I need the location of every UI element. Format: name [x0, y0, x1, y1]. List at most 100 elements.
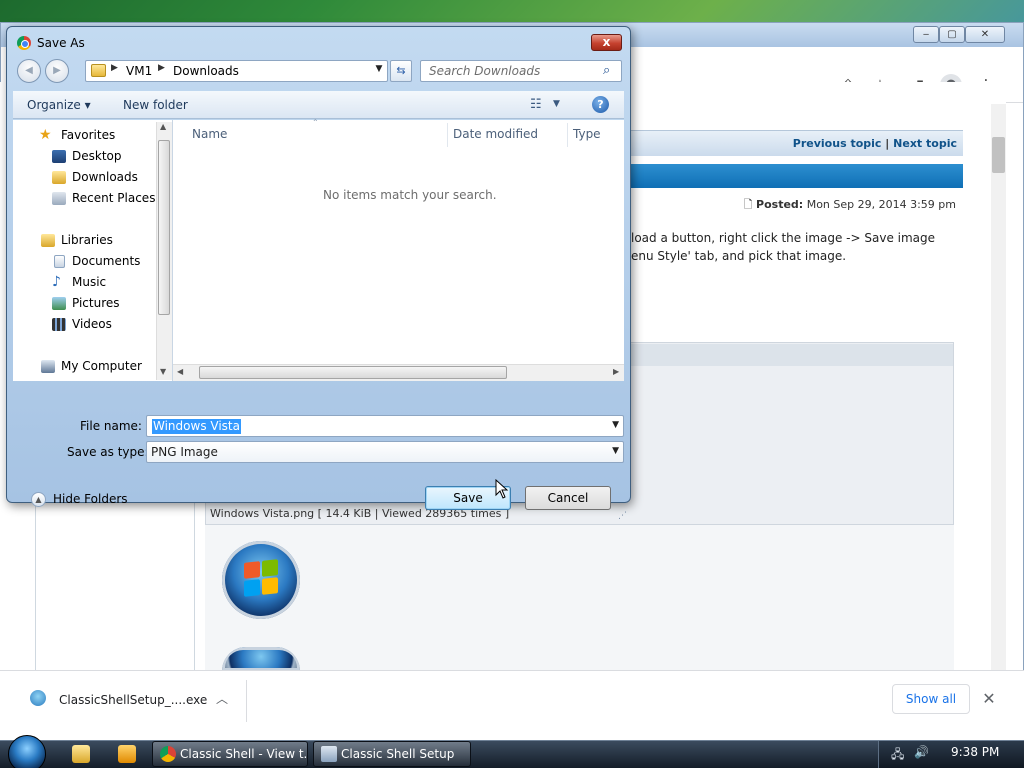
nav-my-computer-label: My Computer: [61, 359, 142, 373]
nav-favorites[interactable]: ★ Favorites: [21, 125, 115, 146]
breadcrumb-downloads[interactable]: Downloads: [173, 64, 239, 78]
topic-nav-separator: |: [885, 137, 890, 150]
maximize-button[interactable]: ▢: [939, 26, 965, 43]
nav-libraries[interactable]: Libraries: [21, 230, 113, 251]
breadcrumb-arrow-icon[interactable]: ▶: [158, 63, 165, 73]
file-list-h-scrollbar-thumb[interactable]: [199, 366, 507, 379]
address-bar[interactable]: ▶ VM1 ▶ Downloads ▼: [85, 60, 388, 82]
post-line-2: enu Style' tab, and pick that image.: [631, 249, 847, 263]
column-name[interactable]: Name: [192, 127, 227, 141]
post-date: 🗋 Posted: Mon Sep 29, 2014 3:59 pm: [744, 196, 956, 215]
scroll-left-icon[interactable]: ◀: [177, 367, 183, 376]
column-separator[interactable]: [447, 123, 448, 147]
nav-downloads-label: Downloads: [72, 170, 138, 184]
scroll-right-icon[interactable]: ▶: [613, 367, 619, 376]
browser-close-button[interactable]: ✕: [965, 26, 1005, 43]
forward-button[interactable]: ▶: [45, 59, 69, 83]
posted-label: Posted:: [756, 198, 804, 211]
nav-scrollbar-thumb[interactable]: [158, 140, 170, 315]
dialog-close-button[interactable]: x: [591, 34, 622, 51]
installer-icon: [30, 690, 46, 706]
documents-icon: [54, 255, 65, 268]
previous-topic-link[interactable]: Previous topic: [793, 137, 882, 150]
file-name-value[interactable]: Windows Vista: [152, 419, 241, 434]
chrome-icon: [17, 36, 31, 50]
nav-desktop-label: Desktop: [72, 149, 122, 163]
windows-vista-orb-image-2[interactable]: [222, 647, 300, 671]
search-icon[interactable]: ⌕: [603, 63, 610, 78]
nav-recent-places[interactable]: Recent Places: [21, 188, 155, 209]
network-icon[interactable]: 🖧: [891, 745, 904, 766]
column-date-modified[interactable]: Date modified: [453, 127, 538, 141]
nav-desktop[interactable]: Desktop: [21, 146, 122, 167]
new-folder-button[interactable]: New folder: [123, 98, 188, 112]
post-header-bar: [630, 164, 963, 188]
show-all-button[interactable]: Show all: [892, 684, 970, 714]
start-button[interactable]: [8, 735, 46, 768]
computer-icon: [41, 360, 55, 373]
breadcrumb-arrow-icon[interactable]: ▶: [111, 63, 118, 73]
search-input[interactable]: Search Downloads ⌕: [420, 60, 622, 82]
nav-music-label: Music: [72, 275, 107, 289]
nav-videos[interactable]: Videos: [21, 314, 112, 335]
explorer-icon[interactable]: [72, 745, 90, 763]
chevron-down-icon[interactable]: ▼: [612, 446, 619, 456]
help-icon[interactable]: ?: [592, 96, 609, 113]
nav-music[interactable]: ♪ Music: [21, 272, 106, 293]
next-topic-link[interactable]: Next topic: [893, 137, 957, 150]
chevron-up-icon: ▲: [31, 492, 46, 507]
videos-icon: [52, 318, 66, 331]
chevron-down-icon[interactable]: ▼: [553, 99, 560, 109]
windows-vista-orb-image[interactable]: [222, 541, 300, 619]
page-scrollbar-thumb[interactable]: [992, 137, 1005, 173]
nav-documents[interactable]: Documents: [21, 251, 140, 272]
hide-folders-label: Hide Folders: [53, 492, 128, 506]
download-file-name[interactable]: ClassicShellSetup_....exe: [59, 693, 207, 707]
page-scrollbar[interactable]: [991, 104, 1006, 670]
media-player-icon[interactable]: [118, 745, 136, 763]
back-button[interactable]: ◀: [17, 59, 41, 83]
nav-pictures-label: Pictures: [72, 296, 120, 310]
nav-favorites-label: Favorites: [61, 128, 116, 142]
chevron-up-icon[interactable]: ︿: [216, 690, 228, 707]
desktop-icon: [52, 150, 66, 163]
chrome-icon: [160, 746, 176, 762]
nav-my-computer[interactable]: My Computer: [21, 356, 142, 377]
music-icon: ♪: [52, 274, 61, 290]
close-shelf-icon[interactable]: ✕: [980, 688, 998, 710]
chevron-down-icon[interactable]: ▼: [373, 64, 385, 74]
task-setup-label: Classic Shell Setup: [341, 747, 455, 761]
file-list[interactable]: [173, 120, 624, 381]
scroll-up-icon[interactable]: ▲: [160, 122, 166, 131]
task-chrome[interactable]: Classic Shell - View t...: [152, 741, 308, 767]
file-name-input[interactable]: Windows Vista ▼: [146, 415, 624, 437]
post-line-1: load a button, right click the image -> …: [631, 231, 936, 245]
refresh-button[interactable]: ⇆: [390, 60, 412, 82]
column-separator[interactable]: [567, 123, 568, 147]
nav-downloads[interactable]: Downloads: [21, 167, 138, 188]
file-name-label: File name:: [80, 419, 142, 433]
organize-button[interactable]: Organize ▾: [27, 98, 91, 112]
nav-videos-label: Videos: [72, 317, 112, 331]
column-type[interactable]: Type: [573, 127, 601, 141]
dialog-title: Save As: [37, 36, 85, 50]
nav-pictures[interactable]: Pictures: [21, 293, 120, 314]
chevron-down-icon[interactable]: ▼: [612, 420, 619, 430]
folder-icon: [91, 64, 106, 77]
breadcrumb-vm1[interactable]: VM1: [126, 64, 152, 78]
minimize-button[interactable]: ‒: [913, 26, 939, 43]
nav-recent-places-label: Recent Places: [72, 191, 156, 205]
cancel-button[interactable]: Cancel: [525, 486, 611, 510]
scroll-down-icon[interactable]: ▼: [160, 367, 166, 376]
task-setup[interactable]: Classic Shell Setup: [313, 741, 471, 767]
post-body: load a button, right click the image -> …: [631, 229, 961, 265]
volume-icon[interactable]: 🔊: [914, 745, 929, 759]
download-divider: [246, 680, 247, 722]
resize-grip-icon[interactable]: ⋰: [618, 511, 627, 521]
navigation-pane: ★ Favorites Desktop Downloads Recent Pla…: [13, 120, 173, 381]
clock[interactable]: 9:38 PM: [951, 745, 999, 759]
save-as-dialog: Save As x ◀ ▶ ▶ VM1 ▶ Downloads ▼ ⇆ Sear…: [6, 26, 631, 521]
save-as-type-select[interactable]: PNG Image ▼: [146, 441, 624, 463]
view-options-icon[interactable]: ☷: [530, 97, 542, 112]
attachment-preview: [205, 524, 954, 671]
